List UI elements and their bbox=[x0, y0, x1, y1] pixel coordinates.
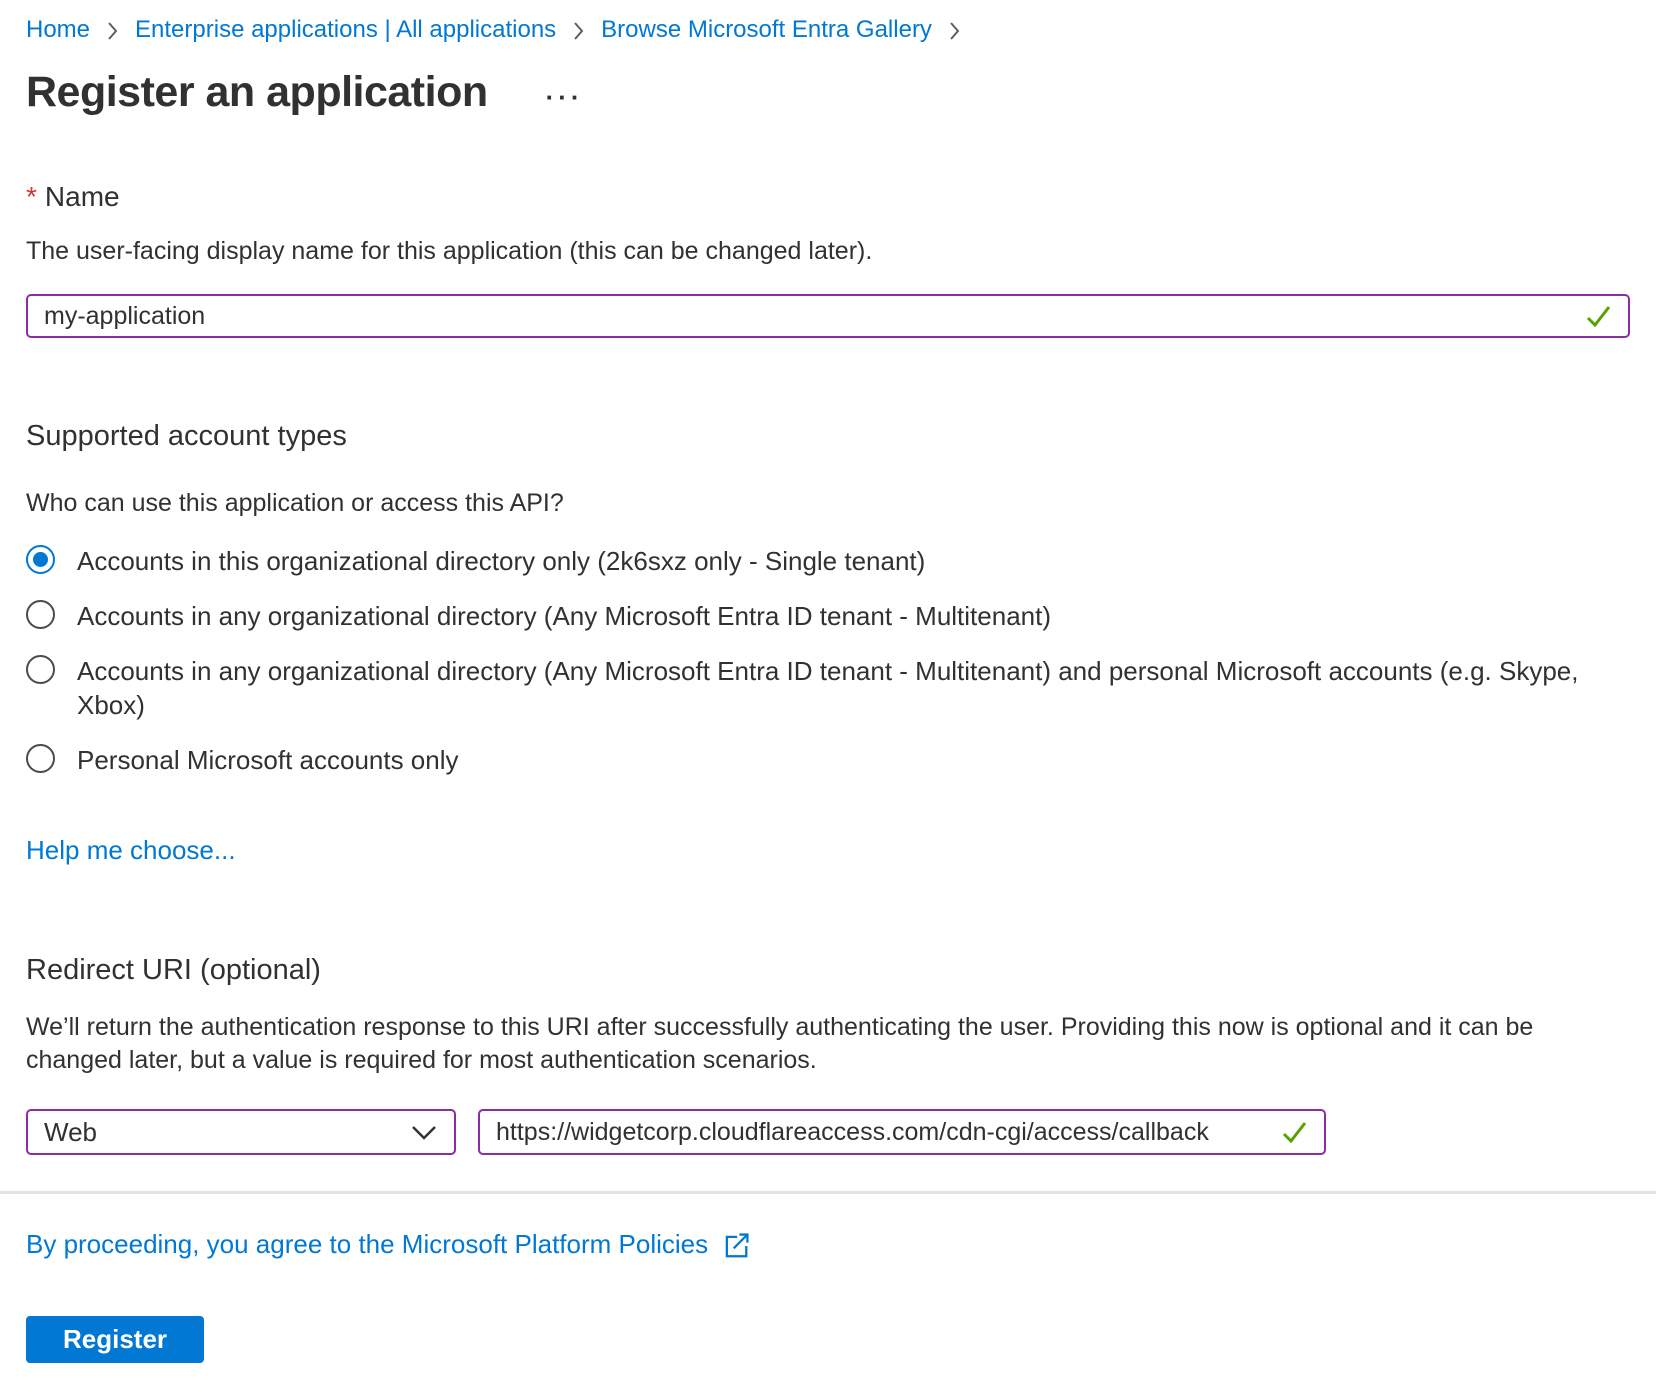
account-types-question: Who can use this application or access t… bbox=[26, 489, 1630, 518]
radio-label: Accounts in any organizational directory… bbox=[77, 654, 1597, 722]
footer-divider bbox=[0, 1191, 1656, 1194]
radio-button-icon[interactable] bbox=[26, 744, 55, 773]
page-header: Register an application ··· bbox=[26, 68, 1630, 117]
name-input[interactable] bbox=[26, 294, 1630, 338]
radio-label: Accounts in this organizational director… bbox=[77, 544, 925, 578]
register-button[interactable]: Register bbox=[26, 1316, 204, 1363]
radio-personal-only[interactable]: Personal Microsoft accounts only bbox=[26, 743, 1630, 777]
policy-row: By proceeding, you agree to the Microsof… bbox=[26, 1226, 1630, 1262]
chevron-right-icon bbox=[572, 20, 585, 42]
account-types-radio-group: Accounts in this organizational director… bbox=[26, 544, 1630, 777]
required-asterisk: * bbox=[26, 181, 37, 212]
platform-select[interactable]: Web bbox=[26, 1109, 456, 1155]
redirect-uri-input[interactable] bbox=[478, 1109, 1326, 1155]
breadcrumb-home[interactable]: Home bbox=[26, 16, 90, 44]
radio-single-tenant[interactable]: Accounts in this organizational director… bbox=[26, 544, 1630, 578]
platform-policies-link[interactable]: By proceeding, you agree to the Microsof… bbox=[26, 1229, 708, 1260]
page-title: Register an application bbox=[26, 68, 488, 117]
radio-label: Personal Microsoft accounts only bbox=[77, 743, 459, 777]
breadcrumb-enterprise-applications[interactable]: Enterprise applications | All applicatio… bbox=[135, 16, 556, 44]
name-label-text: Name bbox=[45, 181, 120, 212]
name-description: The user-facing display name for this ap… bbox=[26, 237, 1630, 266]
radio-multitenant[interactable]: Accounts in any organizational directory… bbox=[26, 599, 1630, 633]
redirect-uri-row: Web bbox=[26, 1109, 1630, 1155]
external-link-icon[interactable] bbox=[720, 1230, 752, 1262]
radio-multitenant-personal[interactable]: Accounts in any organizational directory… bbox=[26, 654, 1630, 722]
redirect-uri-input-wrap bbox=[478, 1109, 1326, 1155]
radio-label: Accounts in any organizational directory… bbox=[77, 599, 1051, 633]
chevron-right-icon bbox=[948, 20, 961, 42]
valid-check-icon bbox=[1580, 298, 1616, 334]
valid-check-icon bbox=[1276, 1114, 1312, 1150]
breadcrumb-entra-gallery[interactable]: Browse Microsoft Entra Gallery bbox=[601, 16, 932, 44]
name-input-wrap bbox=[26, 294, 1630, 338]
platform-select-value: Web bbox=[44, 1117, 97, 1148]
radio-button-icon[interactable] bbox=[26, 655, 55, 684]
redirect-uri-description: We’ll return the authentication response… bbox=[26, 1011, 1556, 1077]
account-types-heading: Supported account types bbox=[26, 420, 1630, 453]
chevron-right-icon bbox=[106, 20, 119, 42]
more-options-icon[interactable]: ··· bbox=[546, 82, 584, 113]
name-label: * Name bbox=[26, 181, 1630, 213]
radio-button-icon[interactable] bbox=[26, 545, 55, 574]
radio-button-icon[interactable] bbox=[26, 600, 55, 629]
redirect-uri-heading: Redirect URI (optional) bbox=[26, 954, 1630, 987]
chevron-down-icon bbox=[410, 1124, 438, 1141]
breadcrumb: Home Enterprise applications | All appli… bbox=[26, 16, 1630, 44]
help-me-choose-link[interactable]: Help me choose... bbox=[26, 835, 236, 866]
